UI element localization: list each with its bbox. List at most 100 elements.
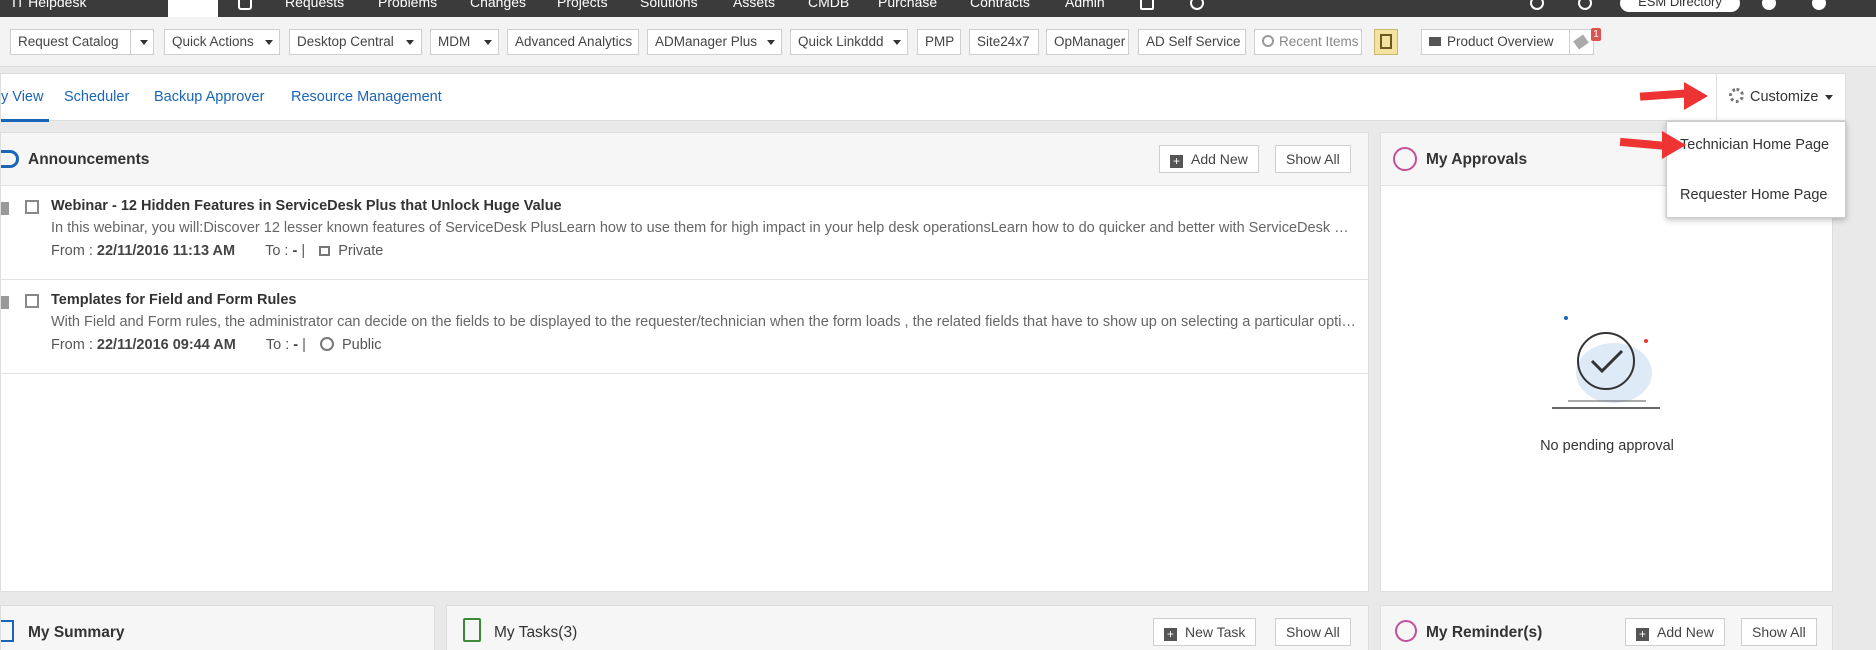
nav-projects[interactable]: Projects (557, 0, 608, 10)
customize-button[interactable]: Customize (1716, 74, 1847, 122)
search-icon[interactable] (1578, 0, 1592, 10)
mdm-label: MDM (438, 34, 471, 49)
alarm-clock-icon (1395, 620, 1417, 642)
desktop-central-label: Desktop Central (297, 34, 394, 49)
show-all-reminders-button[interactable]: Show All (1741, 618, 1817, 646)
separator: | (301, 243, 306, 259)
chevron-down-icon (265, 40, 273, 45)
no-pending-approval-text: No pending approval (1540, 438, 1674, 454)
pmp-link[interactable]: PMP (917, 29, 961, 55)
approver-icon (1393, 147, 1417, 171)
product-overview-button[interactable]: Product Overview (1421, 29, 1594, 55)
add-new-label: Add New (1657, 624, 1714, 640)
quick-actions-dropdown[interactable]: Quick Actions (164, 29, 280, 55)
tab-resource-management[interactable]: Resource Management (291, 89, 442, 105)
advanced-analytics-link[interactable]: Advanced Analytics (507, 29, 639, 55)
trash-icon[interactable] (1, 202, 9, 215)
chevron-down-icon (1824, 94, 1833, 100)
announcement-item: Webinar - 12 Hidden Features in ServiceD… (1, 186, 1368, 280)
advanced-analytics-label: Advanced Analytics (515, 34, 633, 49)
support-icon[interactable] (1190, 0, 1204, 10)
customize-dropdown-menu: Technician Home Page Requester Home Page (1666, 121, 1846, 218)
site24x7-link[interactable]: Site24x7 (969, 29, 1039, 55)
nav-admin[interactable]: Admin (1065, 0, 1105, 10)
nav-contracts[interactable]: Contracts (970, 0, 1030, 10)
home-tab[interactable] (168, 0, 218, 17)
site24x7-label: Site24x7 (977, 34, 1030, 49)
tab-scheduler[interactable]: Scheduler (64, 89, 129, 105)
opmanager-label: OpManager (1054, 34, 1126, 49)
tab-my-view[interactable]: y View (1, 89, 43, 105)
edit-icon[interactable] (25, 294, 39, 308)
clipboard-icon (463, 618, 481, 642)
esm-directory-button[interactable]: ESM Directory (1620, 0, 1740, 12)
mdm-dropdown[interactable]: MDM (430, 29, 499, 55)
help-icon[interactable] (1762, 0, 1776, 10)
dashboard-icon[interactable] (238, 0, 252, 10)
tasks-header: My Tasks(3) + New Task Show All (447, 606, 1368, 650)
announcement-title[interactable]: Templates for Field and Form Rules (51, 292, 296, 308)
chevron-down-icon (484, 40, 492, 45)
announcement-meta: From : 22/11/2016 11:13 AM To : - | Priv… (51, 243, 383, 259)
lock-icon (319, 246, 331, 256)
nav-cmdb[interactable]: CMDB (808, 0, 849, 10)
gear-icon (1729, 88, 1744, 103)
opmanager-link[interactable]: OpManager (1046, 29, 1129, 55)
reports-icon[interactable] (1140, 0, 1154, 10)
plus-icon: + (1636, 628, 1649, 641)
new-task-label: New Task (1185, 624, 1246, 640)
rocket-icon (1573, 34, 1589, 50)
announcement-title[interactable]: Webinar - 12 Hidden Features in ServiceD… (51, 198, 562, 214)
admanager-plus-dropdown[interactable]: ADManager Plus (647, 29, 782, 55)
show-all-label: Show All (1286, 624, 1340, 640)
bell-icon[interactable] (1530, 0, 1544, 10)
nav-requests[interactable]: Requests (285, 0, 344, 10)
edit-icon[interactable] (25, 200, 39, 214)
chevron-down-icon (767, 40, 775, 45)
separator: | (302, 337, 306, 353)
notes-button[interactable] (1374, 29, 1398, 55)
trash-icon[interactable] (1, 296, 9, 309)
approvals-title: My Approvals (1426, 151, 1528, 168)
announcement-item: Templates for Field and Form Rules With … (1, 280, 1368, 374)
announcement-description: In this webinar, you will:Discover 12 le… (51, 220, 1357, 236)
to-label: To : (265, 337, 290, 353)
menu-item-technician-home-page[interactable]: Technician Home Page (1680, 135, 1830, 155)
announcements-panel: Announcements + Add New Show All Webinar … (0, 132, 1369, 592)
nav-assets[interactable]: Assets (733, 0, 775, 10)
announcement-meta: From : 22/11/2016 09:44 AM To : - | Publ… (51, 337, 381, 353)
to-label: To : (265, 243, 289, 259)
nav-purchase[interactable]: Purchase (878, 0, 937, 10)
nav-problems[interactable]: Problems (378, 0, 437, 10)
nav-changes[interactable]: Changes (470, 0, 526, 10)
tab-backup-approver[interactable]: Backup Approver (154, 89, 264, 105)
summary-panel: My Summary (0, 605, 435, 650)
nav-solutions[interactable]: Solutions (640, 0, 698, 10)
notepad-icon (1380, 34, 1392, 49)
from-date: 22/11/2016 11:13 AM (96, 243, 236, 259)
add-announcement-button[interactable]: + Add New (1159, 145, 1259, 173)
admanager-plus-label: ADManager Plus (655, 34, 758, 49)
show-all-tasks-button[interactable]: Show All (1275, 618, 1351, 646)
video-icon (1429, 37, 1441, 46)
recent-items-label: Recent Items (1279, 34, 1359, 49)
new-task-button[interactable]: + New Task (1153, 618, 1257, 646)
quick-linkddd-dropdown[interactable]: Quick Linkddd (790, 29, 908, 55)
desktop-central-dropdown[interactable]: Desktop Central (289, 29, 422, 55)
recent-items-button[interactable]: Recent Items (1254, 29, 1362, 55)
quick-linkddd-label: Quick Linkddd (798, 34, 884, 49)
notification-badge: 1 (1591, 28, 1601, 41)
app-switcher[interactable]: IT Helpdesk (12, 0, 86, 10)
quick-links-toolbar: Request Catalog Quick Actions Desktop Ce… (0, 17, 1876, 67)
add-reminder-button[interactable]: + Add New (1625, 618, 1725, 646)
show-all-announcements-button[interactable]: Show All (1275, 145, 1351, 173)
megaphone-icon (1, 150, 19, 168)
plus-icon: + (1170, 155, 1183, 168)
announcements-title: Announcements (28, 151, 150, 168)
menu-item-requester-home-page[interactable]: Requester Home Page (1680, 185, 1828, 205)
request-catalog-dropdown[interactable]: Request Catalog (10, 29, 154, 55)
tasks-panel: My Tasks(3) + New Task Show All (446, 605, 1369, 650)
show-all-label: Show All (1286, 151, 1340, 167)
ad-self-service-link[interactable]: AD Self Service (1138, 29, 1246, 55)
user-avatar-icon[interactable] (1812, 0, 1826, 10)
